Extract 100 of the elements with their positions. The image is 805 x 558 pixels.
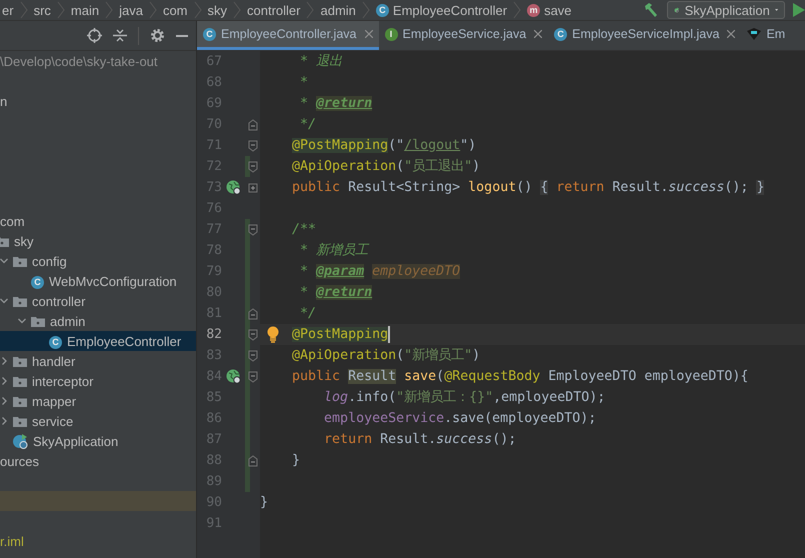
- editor-tab[interactable]: I EmployeeService.java: [378, 21, 548, 50]
- class-badge: C: [49, 336, 62, 349]
- tree-item-label[interactable]: \Develop\code\sky-take-out: [0, 54, 158, 68]
- code-line: * @param employeeDTO: [299, 263, 460, 281]
- editor-tab[interactable]: C EmployeeController.java: [197, 21, 378, 50]
- tree-item-label[interactable]: EmployeeController: [67, 334, 182, 348]
- separator-icon: [194, 1, 202, 19]
- lightbulb-icon[interactable]: [267, 326, 279, 343]
- code-line: }: [291, 452, 300, 470]
- folder-icon: [13, 296, 27, 306]
- editor-tab[interactable]: Em: [741, 21, 792, 50]
- breadcrumb-item[interactable]: main: [68, 2, 102, 18]
- hammer-icon[interactable]: [643, 2, 659, 18]
- tree-item-label[interactable]: com: [0, 214, 25, 228]
- separator-icon: [362, 1, 370, 19]
- class-badge: C: [203, 28, 216, 40]
- locate-icon[interactable]: [87, 28, 102, 43]
- code-line: employeeService.save(employeeDTO);: [323, 410, 596, 428]
- code-line: * 新增员工: [299, 242, 368, 260]
- fold-marker-icon[interactable]: [248, 370, 258, 382]
- code-line: return Result.success();: [323, 431, 516, 449]
- fold-marker-icon[interactable]: [248, 118, 258, 130]
- close-icon[interactable]: [727, 30, 736, 38]
- code-line: @PostMapping("/logout"): [291, 137, 476, 155]
- tree-item-label[interactable]: mapper: [32, 394, 76, 408]
- fold-marker-icon[interactable]: [248, 308, 258, 320]
- chevron-icon[interactable]: [17, 316, 27, 326]
- globe-icon[interactable]: [226, 369, 241, 384]
- run-icon[interactable]: [793, 3, 805, 17]
- separator-icon: [513, 1, 522, 19]
- code-line: @ApiOperation("员工退出"): [291, 158, 480, 176]
- code-line: * 退出: [299, 53, 342, 71]
- chevron-icon[interactable]: [0, 356, 9, 366]
- chevron-icon[interactable]: [0, 416, 9, 426]
- breadcrumb-item[interactable]: er: [0, 2, 16, 18]
- fold-marker-icon[interactable]: [248, 140, 258, 152]
- fold-marker-icon[interactable]: [248, 328, 258, 340]
- globe-icon[interactable]: [226, 180, 241, 195]
- tree-item-label[interactable]: admin: [50, 314, 86, 328]
- fold-marker-icon[interactable]: [248, 454, 258, 466]
- chevron-icon[interactable]: [0, 376, 9, 386]
- breadcrumb-item[interactable]: sky: [206, 2, 230, 18]
- close-icon[interactable]: [534, 30, 542, 38]
- folder-icon: [13, 256, 27, 266]
- tree-item-label[interactable]: service: [32, 414, 74, 428]
- settings-icon[interactable]: [150, 28, 165, 43]
- folder-icon: [13, 356, 27, 366]
- tree-item-label[interactable]: handler: [32, 354, 76, 368]
- fold-marker-icon[interactable]: [248, 350, 258, 362]
- breadcrumb-item[interactable]: com: [160, 2, 190, 18]
- separator-icon: [56, 1, 65, 19]
- class-badge: C: [31, 276, 44, 289]
- collapse-all-icon[interactable]: [113, 28, 127, 43]
- breadcrumb-item[interactable]: m save: [525, 2, 574, 18]
- tree-item-label[interactable]: config: [32, 254, 67, 268]
- tree-item-row[interactable]: C WebMvcConfiguration: [0, 271, 196, 291]
- line-number: 82: [205, 326, 222, 344]
- tree-item-label[interactable]: n: [0, 94, 8, 108]
- tree-item-label[interactable]: ources: [0, 454, 40, 468]
- fold-marker-icon[interactable]: [248, 182, 258, 194]
- run-configuration-dropdown[interactable]: SkyApplication: [667, 1, 785, 19]
- code-line: * @return: [299, 95, 372, 113]
- code-line: }: [260, 494, 268, 512]
- fold-marker-icon[interactable]: [248, 224, 258, 236]
- tree-item-label[interactable]: controller: [32, 294, 86, 308]
- separator-icon: [105, 1, 114, 19]
- separator-icon: [20, 1, 28, 19]
- code-line: */: [299, 305, 316, 323]
- interface-badge: I: [384, 28, 398, 40]
- close-icon[interactable]: [364, 30, 372, 38]
- breadcrumb-item[interactable]: java: [117, 2, 145, 18]
- fold-marker-icon[interactable]: [248, 160, 258, 172]
- method-badge: m: [527, 4, 540, 16]
- tree-item-label[interactable]: r.iml: [0, 534, 24, 548]
- code-line: log.info("新增员工：{}",employeeDTO);: [323, 388, 606, 407]
- code-line: */: [299, 116, 316, 134]
- folder-icon: [13, 416, 27, 426]
- tree-item-label[interactable]: SkyApplication: [33, 434, 118, 448]
- tree-item-label[interactable]: WebMvcConfiguration: [49, 274, 177, 288]
- breadcrumb-item[interactable]: src: [32, 2, 53, 18]
- tree-item-label[interactable]: interceptor: [32, 374, 94, 388]
- editor-tab[interactable]: C EmployeeServiceImpl.java: [548, 21, 742, 50]
- tree-item-row[interactable]: C EmployeeController: [0, 331, 196, 351]
- breadcrumb-item[interactable]: controller: [245, 2, 302, 18]
- class-badge: C: [554, 28, 568, 40]
- breadcrumb-item[interactable]: C EmployeeController: [374, 2, 510, 18]
- folder-icon: [31, 316, 45, 326]
- code-line: @ApiOperation("新增员工"): [291, 346, 480, 365]
- breadcrumb-item[interactable]: admin: [318, 2, 358, 18]
- file-type-icon: [747, 28, 762, 40]
- chevron-icon[interactable]: [0, 296, 9, 306]
- chevron-icon[interactable]: [0, 256, 9, 266]
- separator-icon: [148, 1, 157, 19]
- separator-icon: [306, 1, 314, 19]
- folder-icon: [13, 396, 27, 406]
- folder-icon: [13, 376, 27, 386]
- chevron-icon[interactable]: [0, 396, 9, 406]
- tree-item-label[interactable]: sky: [14, 234, 34, 248]
- code-line: public Result<String> logout() { return Result.success(); }: [291, 179, 764, 197]
- code-line: *: [299, 74, 308, 92]
